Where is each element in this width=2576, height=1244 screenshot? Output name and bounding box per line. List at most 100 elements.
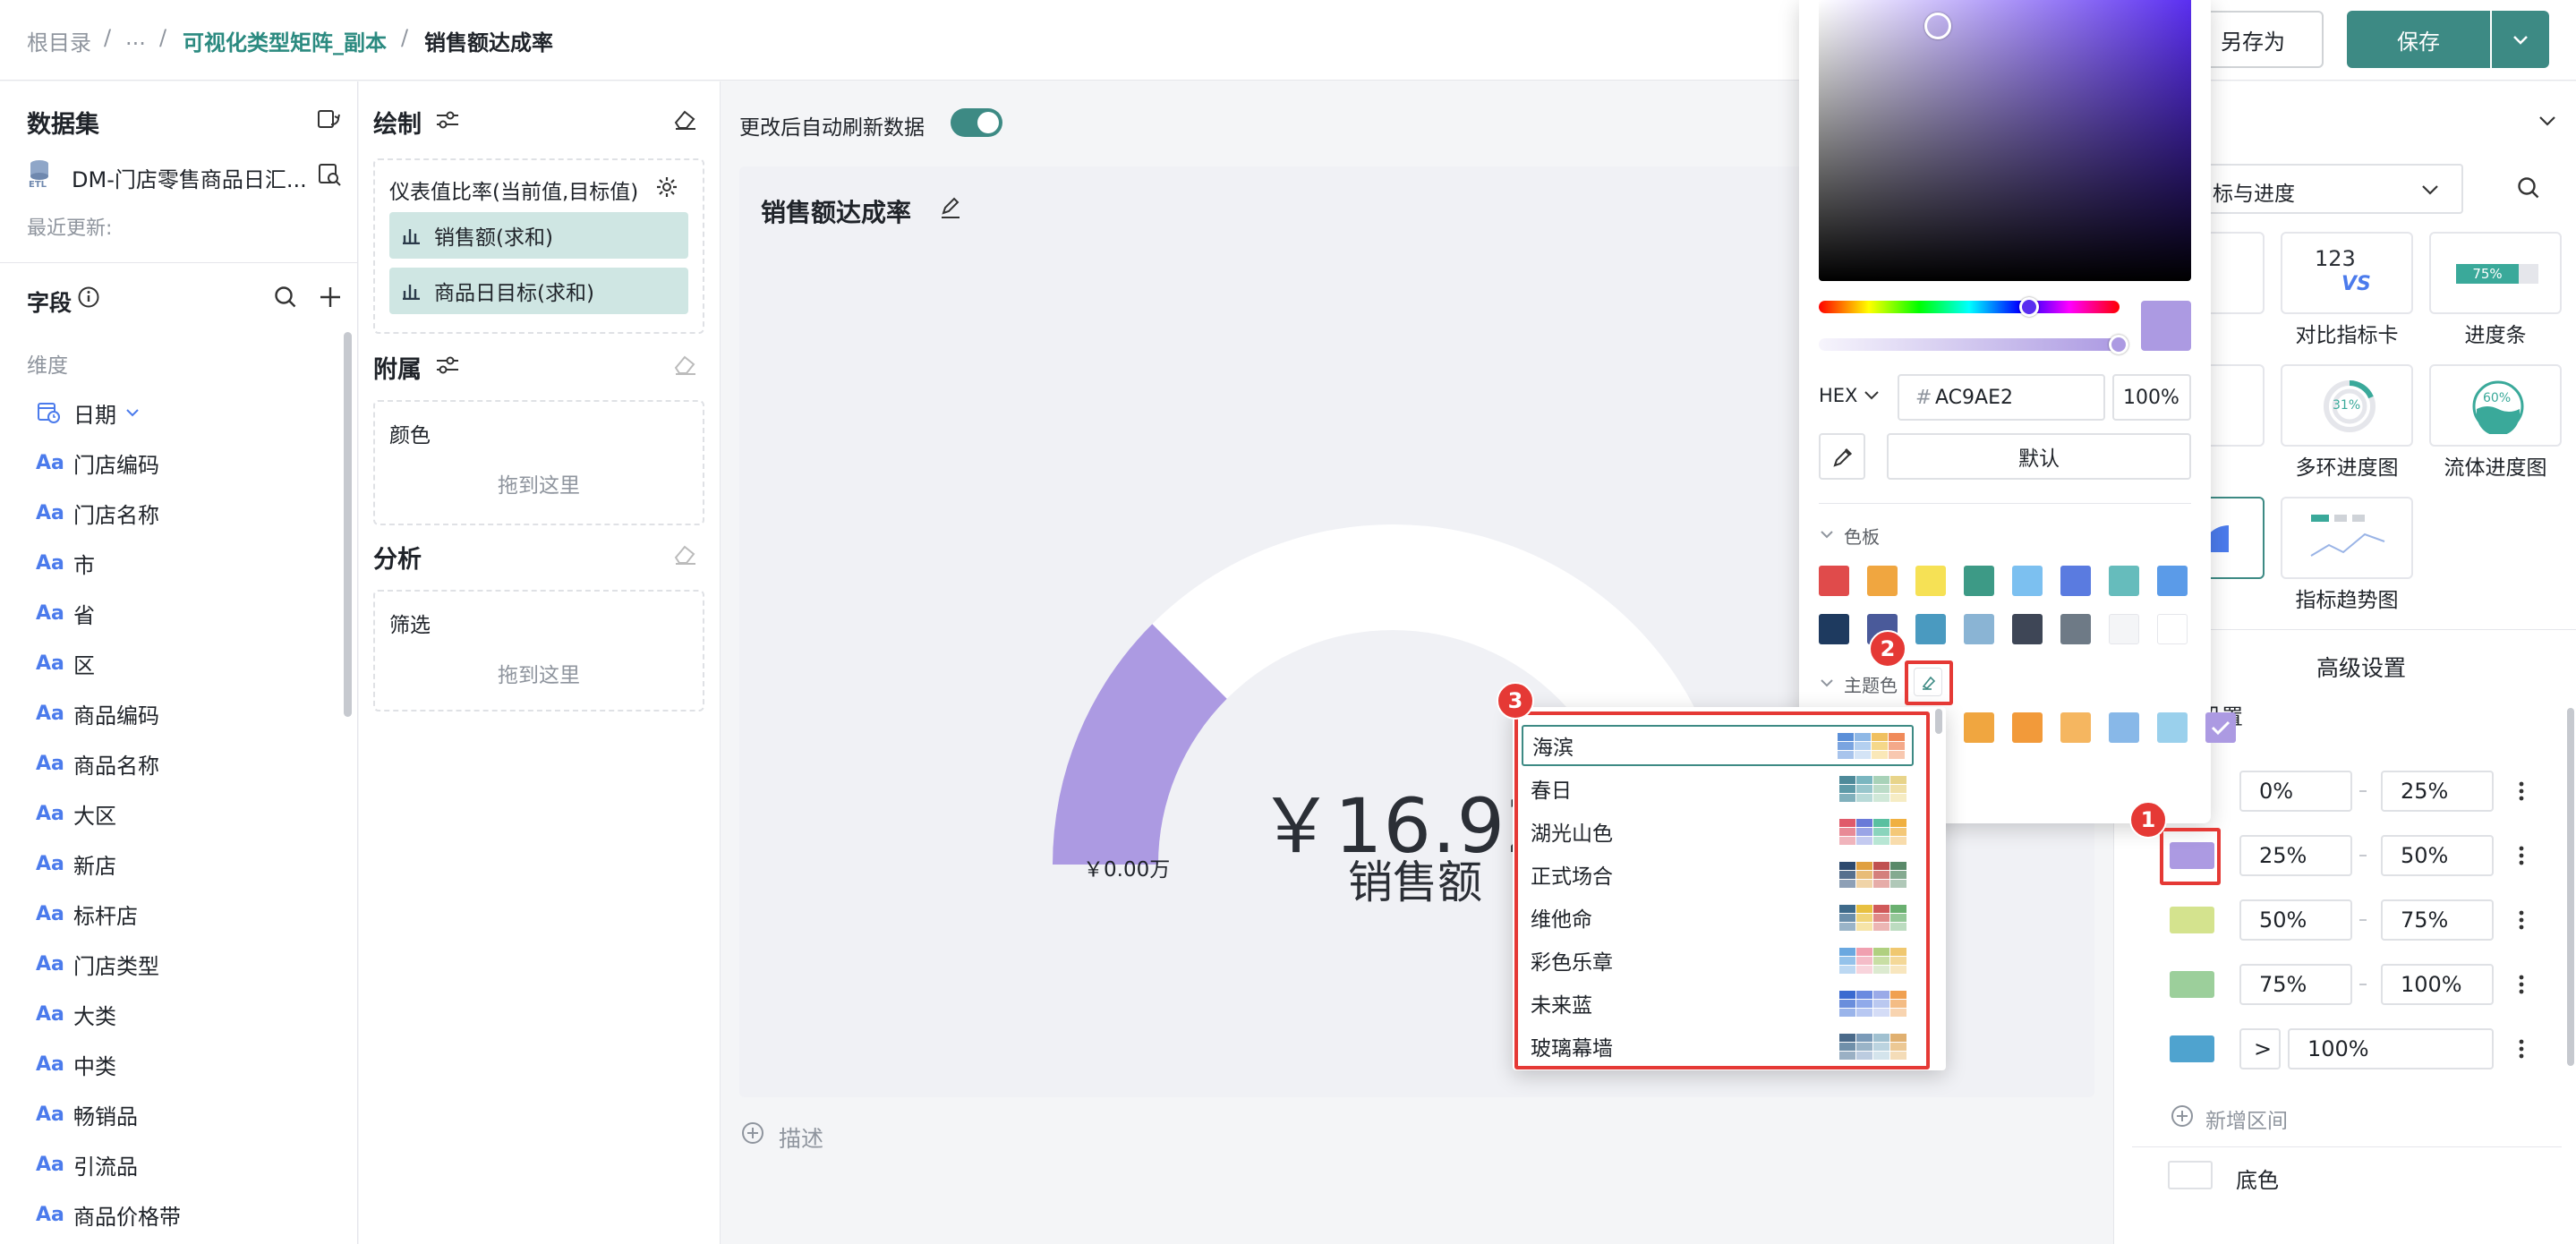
color-swatch[interactable]: [1867, 566, 1898, 596]
color-drop-zone[interactable]: 颜色 拖到这里: [373, 400, 704, 525]
save-button[interactable]: 保存: [2347, 11, 2490, 68]
settings-sliders-icon[interactable]: [434, 354, 461, 377]
range-from-input[interactable]: 0%: [2239, 771, 2352, 812]
color-swatch[interactable]: [2012, 566, 2043, 596]
range-to-input[interactable]: 100%: [2288, 1028, 2494, 1069]
color-swatch[interactable]: [2060, 712, 2091, 743]
field-item[interactable]: Aa 市: [36, 545, 95, 581]
color-swatch[interactable]: [2109, 614, 2139, 644]
field-item[interactable]: Aa 商品编码: [36, 695, 159, 731]
tile-multi-ring[interactable]: 31%: [2281, 364, 2413, 447]
color-swatch[interactable]: [2157, 712, 2188, 743]
default-color-button[interactable]: 默认: [1887, 433, 2191, 480]
draw-drop-zone[interactable]: 仪表值比率(当前值,目标值) 销售额(求和) 商品日目标(求和): [373, 158, 704, 334]
gear-icon[interactable]: [654, 175, 679, 200]
filter-drop-zone[interactable]: 筛选 拖到这里: [373, 590, 704, 711]
field-item[interactable]: Aa 引流品: [36, 1146, 138, 1182]
range-to-input[interactable]: 100%: [2381, 964, 2494, 1005]
color-swatch[interactable]: [2157, 614, 2188, 644]
range-from-input[interactable]: 25%: [2239, 835, 2352, 876]
color-swatch[interactable]: [2060, 566, 2091, 596]
more-vertical-icon[interactable]: [2517, 844, 2526, 867]
more-vertical-icon[interactable]: [2517, 780, 2526, 803]
color-swatch[interactable]: [1964, 712, 1994, 743]
alpha-input[interactable]: 100%: [2112, 374, 2191, 421]
color-swatch[interactable]: [1915, 566, 1946, 596]
chevron-down-icon[interactable]: [1862, 387, 1881, 405]
field-item-date[interactable]: 日期: [36, 395, 141, 430]
hex-input[interactable]: # AC9AE2: [1898, 374, 2105, 421]
field-item[interactable]: Aa 新店: [36, 846, 116, 882]
measure-pill[interactable]: 商品日目标(求和): [389, 268, 688, 314]
info-icon[interactable]: [77, 285, 100, 309]
range-from-input[interactable]: 50%: [2239, 899, 2352, 941]
field-item[interactable]: Aa 大类: [36, 996, 116, 1032]
eraser-icon[interactable]: [672, 352, 699, 377]
switch-dataset-icon[interactable]: [315, 107, 342, 133]
color-swatch[interactable]: [2109, 566, 2139, 596]
range-color-swatch[interactable]: [2170, 971, 2214, 998]
chevron-down-icon[interactable]: [124, 404, 141, 422]
eraser-icon[interactable]: [672, 541, 699, 567]
more-vertical-icon[interactable]: [2517, 973, 2526, 996]
tile-liquid-progress[interactable]: 60%: [2429, 364, 2562, 447]
color-swatch[interactable]: [1819, 614, 1849, 644]
search-icon[interactable]: [2515, 175, 2542, 201]
fields-scrollbar[interactable]: [344, 332, 352, 717]
save-dropdown-button[interactable]: [2492, 11, 2549, 68]
color-swatch[interactable]: [1915, 614, 1946, 644]
range-operator[interactable]: >: [2239, 1028, 2281, 1069]
range-to-input[interactable]: 75%: [2381, 899, 2494, 941]
add-describe-icon[interactable]: [739, 1120, 766, 1146]
field-item[interactable]: Aa 门店编码: [36, 445, 159, 481]
field-item[interactable]: Aa 省: [36, 595, 95, 631]
dataset-name[interactable]: DM-门店零售商品日汇...: [72, 162, 307, 193]
color-swatch[interactable]: [2109, 712, 2139, 743]
more-vertical-icon[interactable]: [2517, 908, 2526, 932]
color-swatch[interactable]: [1964, 614, 1994, 644]
breadcrumb-root[interactable]: 根目录: [27, 25, 91, 56]
eraser-icon[interactable]: [672, 107, 699, 132]
color-swatch[interactable]: [2012, 712, 2043, 743]
alpha-handle[interactable]: [2109, 335, 2128, 354]
tile-indicator-trend[interactable]: [2281, 497, 2413, 579]
auto-refresh-toggle[interactable]: [951, 108, 1002, 137]
measure-pill[interactable]: 销售额(求和): [389, 212, 688, 259]
field-item[interactable]: Aa 门店名称: [36, 495, 159, 531]
add-field-icon[interactable]: [317, 284, 344, 311]
color-swatch[interactable]: [1819, 566, 1849, 596]
color-swatch[interactable]: [2012, 614, 2043, 644]
search-icon[interactable]: [272, 284, 299, 311]
describe-label[interactable]: 描述: [779, 1121, 823, 1154]
dropdown-scrollbar[interactable]: [1935, 709, 1942, 734]
chevron-down-icon[interactable]: [2535, 108, 2560, 133]
hue-handle[interactable]: [2019, 297, 2039, 317]
dataset-preview-icon[interactable]: [317, 162, 342, 187]
tile-progress-bar[interactable]: 75%: [2429, 232, 2562, 314]
color-swatch[interactable]: [2157, 566, 2188, 596]
color-swatch[interactable]: [2060, 614, 2091, 644]
saturation-area[interactable]: [1819, 0, 2191, 281]
alpha-slider[interactable]: [1819, 338, 2120, 351]
field-item[interactable]: Aa 大区: [36, 796, 116, 831]
range-to-input[interactable]: 25%: [2381, 771, 2494, 812]
color-swatch[interactable]: [1964, 566, 1994, 596]
eyedropper-button[interactable]: [1819, 433, 1865, 480]
field-item[interactable]: Aa 中类: [36, 1046, 116, 1082]
settings-sliders-icon[interactable]: [434, 108, 461, 132]
breadcrumb-parent[interactable]: 可视化类型矩阵_副本: [183, 25, 387, 56]
field-item[interactable]: Aa 门店类型: [36, 946, 159, 982]
range-from-input[interactable]: 75%: [2239, 964, 2352, 1005]
breadcrumb-ellipsis[interactable]: ...: [125, 25, 146, 50]
field-item[interactable]: Aa 区: [36, 645, 95, 681]
tab-advanced-settings[interactable]: 高级设置: [2316, 651, 2406, 683]
field-item[interactable]: Aa 商品价格带: [36, 1197, 181, 1232]
base-color-swatch[interactable]: [2168, 1161, 2213, 1189]
range-color-swatch[interactable]: [2170, 907, 2214, 933]
edit-pencil-icon[interactable]: [938, 195, 963, 220]
chevron-down-icon[interactable]: [1819, 675, 1835, 691]
tile-compare-card[interactable]: 123 VS: [2281, 232, 2413, 314]
saturation-handle[interactable]: [1924, 13, 1951, 39]
color-swatch[interactable]: [2205, 712, 2236, 743]
hue-slider[interactable]: [1819, 301, 2120, 313]
